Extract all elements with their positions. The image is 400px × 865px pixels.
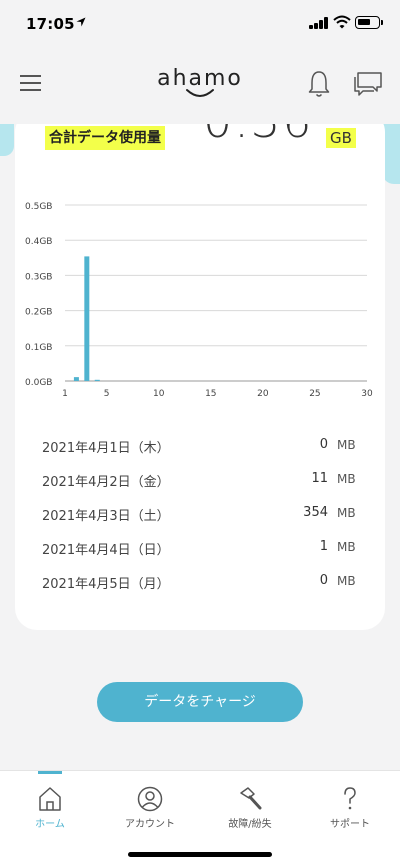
daily-usage-chart: 0.0GB 0.1GB 0.2GB 0.3GB 0.4GB 0.5GB 1 5 10 15 20 25…: [15, 180, 385, 410]
nav-label-support: サポート: [330, 819, 370, 830]
daily-row: 2021年4月1日（木） 0 MB: [15, 428, 385, 462]
battery-icon: [355, 16, 383, 29]
nav-item-home[interactable]: ホーム: [0, 771, 100, 841]
y-tick-label: 0.2GB: [25, 308, 52, 318]
chart-svg: 0.0GB0.1GB0.2GB0.3GB0.4GB0.5GB1 5 10 15 20 25…: [25, 202, 373, 399]
daily-date: 2021年4月1日（木）: [42, 441, 170, 456]
nav-item-account[interactable]: アカウント: [100, 771, 200, 841]
y-tick-label: 0.0GB: [25, 378, 52, 388]
ahamo-logo: ahamo: [157, 66, 243, 102]
daily-unit: MB: [337, 540, 356, 554]
chat-icon[interactable]: [353, 72, 383, 96]
daily-unit: MB: [337, 506, 356, 520]
daily-usage-list: 2021年4月1日（木） 0 MB 2021年4月2日（金） 11 MB 202…: [15, 428, 385, 598]
daily-unit: MB: [337, 574, 356, 588]
x-tick-label: 5: [104, 389, 110, 399]
x-tick-label: 1: [62, 389, 68, 399]
account-icon: [137, 786, 163, 812]
hammer-icon: [240, 787, 262, 810]
logo-smile-icon: [186, 89, 214, 97]
daily-row: 2021年4月4日（日） 1 MB: [15, 530, 385, 564]
daily-row: 2021年4月3日（土） 354 MB: [15, 496, 385, 530]
y-tick-label: 0.5GB: [25, 202, 52, 212]
daily-row: 2021年4月5日（月） 0 MB: [15, 564, 385, 598]
nav-item-repair[interactable]: 故障/紛失: [200, 771, 300, 841]
daily-date: 2021年4月2日（金）: [42, 475, 170, 490]
x-tick-label: 25: [309, 389, 320, 399]
data-charge-button[interactable]: データをチャージ: [97, 682, 303, 722]
home-icon: [39, 787, 61, 811]
accent-decoration: [0, 124, 14, 156]
daily-date: 2021年4月5日（月）: [42, 577, 170, 592]
daily-date: 2021年4月3日（土）: [42, 509, 170, 524]
location-arrow-icon: [76, 17, 86, 27]
nav-item-support[interactable]: サポート: [300, 771, 400, 841]
daily-value: 0: [319, 437, 328, 452]
app-header: ahamo: [0, 48, 400, 124]
chart-bar: [84, 256, 90, 381]
daily-date: 2021年4月4日（日）: [42, 543, 170, 558]
daily-value: 1: [319, 539, 328, 554]
status-time: 17:05: [26, 15, 75, 33]
daily-value: 354: [303, 505, 328, 520]
nav-active-indicator: [38, 771, 62, 774]
home-indicator: [128, 852, 272, 857]
usage-card: 合計データ使用量 0.36 GB 0.0GB 0.1GB 0.2GB 0.3GB 0.4…: [15, 110, 385, 630]
nav-label-repair: 故障/紛失: [228, 819, 272, 830]
daily-row: 2021年4月2日（金） 11 MB: [15, 462, 385, 496]
status-bar: 17:05: [0, 0, 400, 48]
daily-value: 11: [311, 471, 328, 486]
total-usage-label: 合計データ使用量: [45, 126, 165, 150]
hamburger-menu-icon[interactable]: [20, 75, 41, 92]
bottom-nav: ホーム アカウント 故障/紛失 サポート: [0, 770, 400, 865]
help-icon: [344, 787, 356, 810]
daily-value: 0: [319, 573, 328, 588]
nav-label-account: アカウント: [125, 819, 175, 830]
chart-bar: [73, 377, 79, 381]
chart-bar: [94, 379, 100, 381]
y-tick-label: 0.3GB: [25, 272, 52, 282]
y-tick-label: 0.4GB: [25, 237, 52, 247]
wifi-icon: [333, 15, 351, 29]
x-tick-label: 10: [153, 389, 165, 399]
cellular-signal-icon: [309, 17, 329, 29]
nav-label-home: ホーム: [35, 819, 65, 830]
x-tick-label: 30: [361, 389, 373, 399]
x-tick-label: 20: [257, 389, 269, 399]
x-tick-label: 15: [205, 389, 216, 399]
daily-unit: MB: [337, 472, 356, 486]
total-usage-unit: GB: [326, 128, 356, 148]
daily-unit: MB: [337, 438, 356, 452]
bell-icon[interactable]: [308, 70, 330, 98]
y-tick-label: 0.1GB: [25, 343, 52, 353]
